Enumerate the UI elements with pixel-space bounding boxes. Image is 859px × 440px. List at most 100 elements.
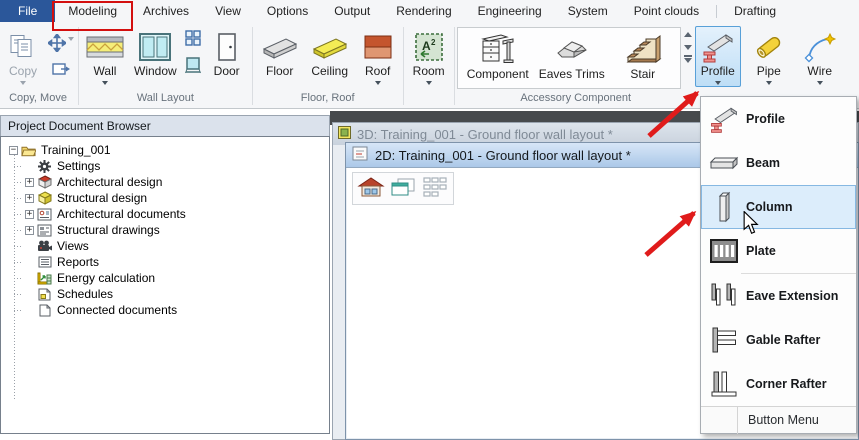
tab-view[interactable]: View [202,0,254,22]
tab-system[interactable]: System [555,0,621,22]
tree-item-label: Schedules [55,287,115,301]
eaves-trims-icon [550,33,594,67]
window-label: Window [134,64,177,78]
house-icon [357,176,385,201]
collapse-expander-icon[interactable]: − [9,146,18,155]
small-window-button[interactable] [184,56,202,77]
tree-item-label: Reports [55,255,101,269]
menu-item-beam[interactable]: Beam [701,141,856,185]
tree-item-reports[interactable]: Reports [1,254,329,270]
floor-button[interactable]: Floor [255,26,305,80]
component-button[interactable]: Component [462,29,534,83]
wall-button[interactable]: Wall [81,26,129,87]
room-button[interactable]: A2 Room [406,26,452,87]
window-icon [138,30,172,64]
floor-plan-view-button[interactable] [356,175,386,202]
group-separator [78,27,79,105]
profile-button[interactable]: Profile [695,26,741,87]
tab-point-clouds[interactable]: Point clouds [621,0,712,22]
profile-dropdown-caret [715,81,721,85]
camera-icon [37,239,52,253]
tab-drafting[interactable]: Drafting [721,0,789,22]
group-label-copy-move: Copy, Move [3,92,73,108]
tab-engineering[interactable]: Engineering [465,0,555,22]
cascade-windows-button[interactable] [388,175,418,202]
tile-windows-icon [423,177,447,200]
tree-item-structural-drawings[interactable]: + Structural drawings [1,222,329,238]
wire-dropdown-caret [817,81,823,85]
architectural-design-icon [37,175,52,189]
expand-icon[interactable]: + [25,210,34,219]
tree-item-views[interactable]: Views [1,238,329,254]
menu-item-eave-extension[interactable]: Eave Extension [701,274,856,318]
door-button[interactable]: Door [204,26,250,80]
tab-options[interactable]: Options [254,0,321,22]
panel-title: Project Document Browser [8,119,151,133]
tree-item-label: Architectural design [55,175,164,189]
roof-button[interactable]: Roof [355,26,401,87]
group-label-room [423,104,435,108]
tree-item-architectural-documents[interactable]: + Architectural documents [1,206,329,222]
tree-item-connected-documents[interactable]: Connected documents [1,302,329,318]
gear-icon [37,159,52,173]
ceiling-button[interactable]: Ceiling [305,26,355,80]
background-window-title: 3D: Training_001 - Ground floor wall lay… [357,127,613,142]
floor-icon [260,30,300,64]
tab-rendering[interactable]: Rendering [383,0,464,22]
tab-archives[interactable]: Archives [130,0,202,22]
door-label: Door [214,64,240,78]
gallery-scroll-up-icon[interactable] [684,32,692,37]
tab-modeling[interactable]: Modeling [55,0,130,22]
ceiling-label: Ceiling [311,64,348,78]
stair-icon [622,33,664,67]
folder-open-icon [21,143,36,157]
tree-item-schedules[interactable]: Schedules [1,286,329,302]
column-icon [706,190,742,224]
expand-icon[interactable]: + [25,226,34,235]
gallery-scroll-down-icon[interactable] [684,45,692,50]
room-label: Room [413,64,445,78]
menu-item-label: Plate [746,244,776,258]
gable-rafter-icon [706,325,742,355]
menu-footer[interactable]: Button Menu [701,406,856,433]
tile-windows-button[interactable] [420,175,450,202]
expand-icon[interactable]: + [25,194,34,203]
copy-icon [9,30,37,64]
group-separator [454,27,455,105]
wire-label: Wire [807,64,832,78]
room-dropdown-caret [426,81,432,85]
menu-item-profile[interactable]: Profile [701,97,856,141]
tree-item-project-root[interactable]: − Training_001 [1,142,329,158]
tree-item-energy-calculation[interactable]: Energy calculation [1,270,329,286]
tree-item-architectural-design[interactable]: + Architectural design [1,174,329,190]
profile-label: Profile [701,64,735,78]
panel-header[interactable]: Project Document Browser [0,115,330,136]
move-icon [48,34,66,55]
copy-button[interactable]: Copy [0,26,46,87]
menu-item-label: Column [746,200,793,214]
stair-button[interactable]: Stair [610,29,676,83]
structural-drawings-icon [37,223,52,237]
gallery-expand-icon[interactable] [684,58,692,63]
menu-item-label: Gable Rafter [746,333,820,347]
small-window-icon [184,63,202,77]
menu-footer-label: Button Menu [738,413,819,427]
tab-file[interactable]: File [0,0,55,22]
profile-dropdown-menu: Profile Beam Column Plate Eave Extension… [700,96,857,434]
move-button[interactable] [48,30,74,55]
pipe-button[interactable]: Pipe [746,26,792,87]
menu-item-gable-rafter[interactable]: Gable Rafter [701,318,856,362]
wire-button[interactable]: Wire [797,26,843,87]
tab-output[interactable]: Output [321,0,383,22]
eaves-trims-button[interactable]: Eaves Trims [534,29,610,83]
menu-item-corner-rafter[interactable]: Corner Rafter [701,362,856,406]
menu-item-column[interactable]: Column [701,185,856,229]
window-button[interactable]: Window [129,26,182,80]
tree-item-structural-design[interactable]: + Structural design [1,190,329,206]
expand-icon[interactable]: + [25,178,34,187]
tree-item-settings[interactable]: Settings [1,158,329,174]
copy-to-window-button[interactable] [52,62,70,79]
menu-item-plate[interactable]: Plate [701,229,856,273]
background-window-icon [338,126,351,142]
window-grid-button[interactable] [185,30,201,49]
